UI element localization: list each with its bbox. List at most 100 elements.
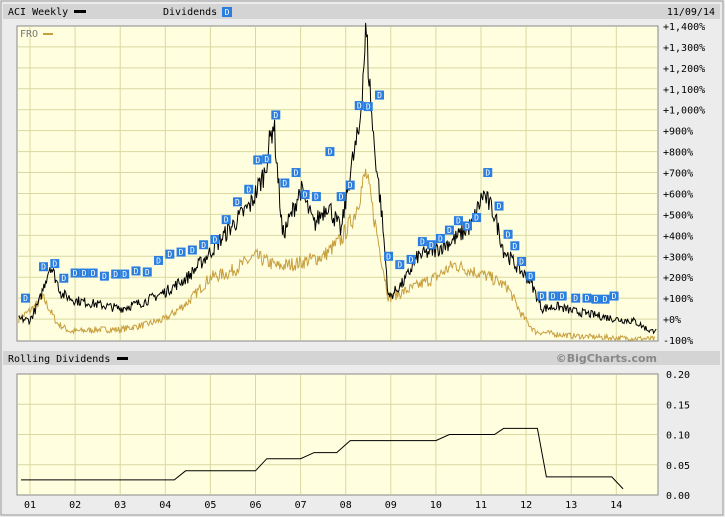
main-y-axis: +1,400% +1,300% +1,200% +1,100% +1,000% +900%… <box>663 22 705 347</box>
y-tick-label: +0% <box>663 315 681 326</box>
dividend-marker-letter: D <box>560 292 565 301</box>
dividend-marker: D <box>111 269 121 279</box>
dividend-marker-letter: D <box>212 236 217 245</box>
dividend-marker: D <box>39 262 49 272</box>
y-tick-label: +900% <box>663 127 693 138</box>
dividend-marker-letter: D <box>145 268 150 277</box>
dividend-marker: D <box>300 190 310 200</box>
dividend-marker-letter: D <box>61 274 66 283</box>
x-tick-label: 06 <box>249 500 261 511</box>
dividend-marker-letter: D <box>594 295 599 304</box>
y-tick-label: +1,000% <box>663 106 705 117</box>
dividend-marker-letter: D <box>294 169 299 178</box>
dividend-marker: D <box>165 249 175 259</box>
dividend-marker-letter: D <box>539 292 544 301</box>
dividend-marker-letter: D <box>201 241 206 250</box>
dividend-marker-letter: D <box>366 103 371 112</box>
dividend-marker: D <box>600 294 610 304</box>
y-tick-label: 0.00 <box>666 491 690 502</box>
dividend-marker-letter: D <box>235 198 240 207</box>
dividend-marker-letter: D <box>224 216 229 225</box>
dividend-marker: D <box>435 233 445 243</box>
dividend-marker-letter: D <box>113 270 118 279</box>
dividend-marker-letter: D <box>429 241 434 250</box>
dividend-marker: D <box>510 241 520 251</box>
dividend-marker-letter: D <box>474 214 479 223</box>
dividend-marker: D <box>199 240 209 250</box>
dividend-marker-letter: D <box>255 156 260 165</box>
dividend-marker: D <box>20 293 30 303</box>
dividend-legend-letter: D <box>225 8 230 17</box>
dividend-marker-letter: D <box>41 263 46 272</box>
dividend-marker: D <box>375 90 385 100</box>
dividend-marker: D <box>221 215 231 225</box>
dividend-marker-letter: D <box>377 91 382 100</box>
dividend-marker-letter: D <box>447 226 452 235</box>
dividend-marker-letter: D <box>73 269 78 278</box>
y-tick-label: +1,100% <box>663 85 705 96</box>
dividends-label: Dividends <box>163 7 217 18</box>
dividend-marker: D <box>50 259 60 269</box>
dividend-marker: D <box>571 293 581 303</box>
x-tick-label: 09 <box>385 500 397 511</box>
dividend-marker: D <box>517 257 527 267</box>
dividend-marker: D <box>244 184 254 194</box>
subpanel-title: Rolling Dividends <box>8 354 110 365</box>
dividend-marker-letter: D <box>612 292 617 301</box>
header-title: ACI Weekly <box>8 7 68 18</box>
y-tick-label: 0.05 <box>666 461 690 472</box>
y-tick-label: +300% <box>663 252 693 263</box>
x-tick-label: 14 <box>610 500 622 511</box>
dividend-marker: D <box>187 245 197 255</box>
dividend-marker-letter: D <box>273 111 278 120</box>
dividend-marker-letter: D <box>134 267 139 276</box>
dividend-marker: D <box>395 260 405 270</box>
dividend-marker: D <box>503 229 513 239</box>
dividend-marker-letter: D <box>456 217 461 226</box>
dividend-marker-letter: D <box>519 258 524 267</box>
x-tick-label: 07 <box>295 500 307 511</box>
dividend-marker-letter: D <box>357 102 362 111</box>
subpanel-legend-swatch <box>117 357 128 360</box>
dividend-marker: D <box>417 237 427 247</box>
dividend-marker-letter: D <box>386 252 391 261</box>
dividend-marker: D <box>453 216 463 226</box>
legend-fro-swatch <box>43 33 53 35</box>
x-axis: 01 02 03 04 05 06 07 08 09 10 11 12 13 14 <box>24 500 622 511</box>
dividend-marker: D <box>99 271 109 281</box>
dividend-marker: D <box>176 247 186 257</box>
dividend-marker: D <box>291 168 301 178</box>
dividend-marker: D <box>426 240 436 250</box>
dividend-marker: D <box>444 225 454 235</box>
dividend-marker: D <box>582 293 592 303</box>
x-tick-label: 13 <box>565 500 577 511</box>
y-tick-label: +500% <box>663 210 693 221</box>
dividend-marker-letter: D <box>528 272 533 281</box>
dividend-marker-letter: D <box>179 248 184 257</box>
dividend-marker-letter: D <box>91 269 96 278</box>
dividend-marker-letter: D <box>303 191 308 200</box>
dividend-marker-letter: D <box>156 256 161 265</box>
x-tick-label: 05 <box>204 500 216 511</box>
dividend-marker-letter: D <box>506 230 511 239</box>
dividend-marker: D <box>537 291 547 301</box>
y-tick-label: +1,200% <box>663 64 705 75</box>
y-tick-label: +400% <box>663 231 693 242</box>
y-tick-label: +100% <box>663 294 693 305</box>
y-tick-label: +200% <box>663 273 693 284</box>
dividend-marker: D <box>262 154 272 164</box>
x-tick-label: 12 <box>520 500 532 511</box>
dividend-marker-letter: D <box>328 148 333 157</box>
dividend-marker: D <box>548 291 558 301</box>
dividend-marker-letter: D <box>190 246 195 255</box>
dividend-marker-letter: D <box>551 292 556 301</box>
header-date: 11/09/14 <box>667 7 715 18</box>
y-tick-label: 0.10 <box>666 431 690 442</box>
dividend-marker-letter: D <box>603 295 608 304</box>
dividend-marker-letter: D <box>102 272 107 281</box>
y-tick-label: +600% <box>663 189 693 200</box>
dividend-marker: D <box>462 221 472 231</box>
dividend-marker-letter: D <box>409 255 414 264</box>
dividend-marker: D <box>354 101 364 111</box>
dividend-marker-letter: D <box>246 185 251 194</box>
